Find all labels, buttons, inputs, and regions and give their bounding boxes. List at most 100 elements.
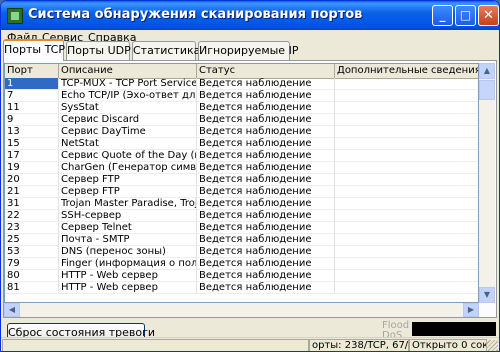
table-row[interactable]: 53 DNS (перенос зоны) Ведется наблюдение [5,246,478,258]
status-cell: Ведется наблюдение [197,210,335,222]
tab-ignored-ip[interactable]: Игнорируемые IP [198,41,298,60]
details-cell [335,222,478,234]
scroll-down-arrow-icon[interactable]: ▼ [479,287,495,303]
details-cell [335,138,478,150]
details-cell [335,282,478,294]
description-cell: CharGen (Генератор символов) [59,162,197,174]
table-row[interactable]: 1TCP-MUX - TCP Port Service MultiplexerВ… [5,78,478,90]
port-cell: 21 [5,186,59,198]
description-cell: SysStat [59,102,197,114]
port-cell: 7 [5,90,59,102]
status-cell: Ведется наблюдение [197,78,335,90]
column-header-port[interactable]: Порт [5,64,59,78]
table-row[interactable]: 15 NetStat Ведется наблюдение [5,138,478,150]
table-row[interactable]: 9 Сервис Discard Ведется наблюдение [5,114,478,126]
main-window: Система обнаружения сканирования портов … [0,0,500,352]
table-row[interactable]: 31Trojan Master Paradise, Trojan AgentВе… [5,198,478,210]
status-cell: Ведется наблюдение [197,258,335,270]
details-cell [335,114,478,126]
details-cell [335,162,478,174]
description-cell: DNS (перенос зоны) [59,246,197,258]
port-cell: 80 [5,270,59,282]
description-cell: HTTP - Web сервер [59,270,197,282]
table-row[interactable]: 79Finger (информация о пользователе)Веде… [5,258,478,270]
table-row[interactable]: 11 SysStat Ведется наблюдение [5,102,478,114]
column-header-details[interactable]: Дополнительные сведения [335,64,478,78]
status-cell: Ведется наблюдение [197,114,335,126]
port-cell: 13 [5,126,59,138]
description-cell: TCP-MUX - TCP Port Service Multiplexer [59,78,197,90]
details-cell [335,210,478,222]
description-cell: HTTP - Web сервер [59,282,197,294]
minimize-button[interactable]: _ [432,5,453,26]
scroll-thumb[interactable] [479,80,495,100]
port-cell: 20 [5,174,59,186]
status-cell: Ведется наблюдение [197,162,335,174]
tab-statistics[interactable]: Статистика [132,41,200,60]
status-cell: Ведется наблюдение [197,150,335,162]
resize-grip-icon[interactable] [487,340,498,351]
description-cell: Почта - SMTP [59,234,197,246]
column-header-description[interactable]: Описание [59,64,197,78]
table-row[interactable]: 80 HTTP - Web сервер Ведется наблюдение [5,270,478,282]
status-cell: Ведется наблюдение [197,174,335,186]
status-cell: Ведется наблюдение [197,246,335,258]
status-cell: Ведется наблюдение [197,270,335,282]
details-cell [335,174,478,186]
status-cell: Ведется наблюдение [197,198,335,210]
close-button[interactable]: ✕ [478,5,499,26]
port-cell: 81 [5,282,59,294]
details-cell [335,258,478,270]
description-cell: Trojan Master Paradise, Trojan Agent [59,198,197,210]
tab-udp-ports[interactable]: Порты UDP [66,41,131,60]
status-panel-main [2,339,309,351]
status-bar: орты: 238/TCP, 67/UDP Открыто 0 соке [1,337,499,351]
status-cell: Ведется наблюдение [197,222,335,234]
table-row[interactable]: 19CharGen (Генератор символов)Ведется на… [5,162,478,174]
vertical-scrollbar[interactable]: ▲ ▼ [479,63,495,303]
description-cell: Сервер Telnet [59,222,197,234]
status-open-sockets: Открыто 0 соке [409,339,487,351]
port-cell: 22 [5,210,59,222]
status-cell: Ведется наблюдение [197,102,335,114]
table-row[interactable]: 25 Почта - SMTP Ведется наблюдение [5,234,478,246]
horizontal-scrollbar[interactable]: ◀ ▶ [4,303,479,317]
table-row[interactable]: 81 HTTP - Web сервер Ведется наблюдение [5,282,478,294]
description-cell: SSH-сервер [59,210,197,222]
table-row[interactable]: 21 Сервер FTP Ведется наблюдение [5,186,478,198]
window-title: Система обнаружения сканирования портов [28,7,363,22]
table-row[interactable]: 7Echo TCP/IP (Эхо-ответ для проверки)Вед… [5,90,478,102]
details-cell [335,186,478,198]
table-row[interactable]: 23 Сервер Telnet Ведется наблюдение [5,222,478,234]
details-cell [335,234,478,246]
details-cell [335,150,478,162]
port-cell: 31 [5,198,59,210]
port-cell: 9 [5,114,59,126]
scroll-left-arrow-icon[interactable]: ◀ [4,303,20,317]
description-cell: NetStat [59,138,197,150]
table-header: Порт Описание Статус Дополнительные свед… [5,64,478,79]
status-ports-count: орты: 238/TCP, 67/UDP [309,339,409,351]
tab-tcp-ports[interactable]: Порты TCP [3,39,65,61]
port-cell: 19 [5,162,59,174]
port-cell: 53 [5,246,59,258]
details-cell [335,126,478,138]
description-cell: Сервис DayTime [59,126,197,138]
port-cell: 25 [5,234,59,246]
scroll-right-arrow-icon[interactable]: ▶ [463,303,479,317]
status-cell: Ведется наблюдение [197,90,335,102]
description-cell: Сервис Discard [59,114,197,126]
table-row[interactable]: 22 SSH-сервер Ведется наблюдение [5,210,478,222]
scroll-up-arrow-icon[interactable]: ▲ [479,63,495,79]
status-cell: Ведется наблюдение [197,186,335,198]
table-row[interactable]: 13 Сервис DayTime Ведется наблюдение [5,126,478,138]
maximize-button[interactable]: □ [455,5,476,26]
title-bar[interactable]: Система обнаружения сканирования портов … [1,1,499,30]
table-row[interactable]: 17Сервис Quote of the Day (цитата дня)Ве… [5,150,478,162]
table-row[interactable]: 20 Сервер FTP Ведется наблюдение [5,174,478,186]
description-cell: Finger (информация о пользователе) [59,258,197,270]
details-cell [335,198,478,210]
column-header-status[interactable]: Статус [197,64,335,78]
port-cell: 17 [5,150,59,162]
details-cell [335,102,478,114]
